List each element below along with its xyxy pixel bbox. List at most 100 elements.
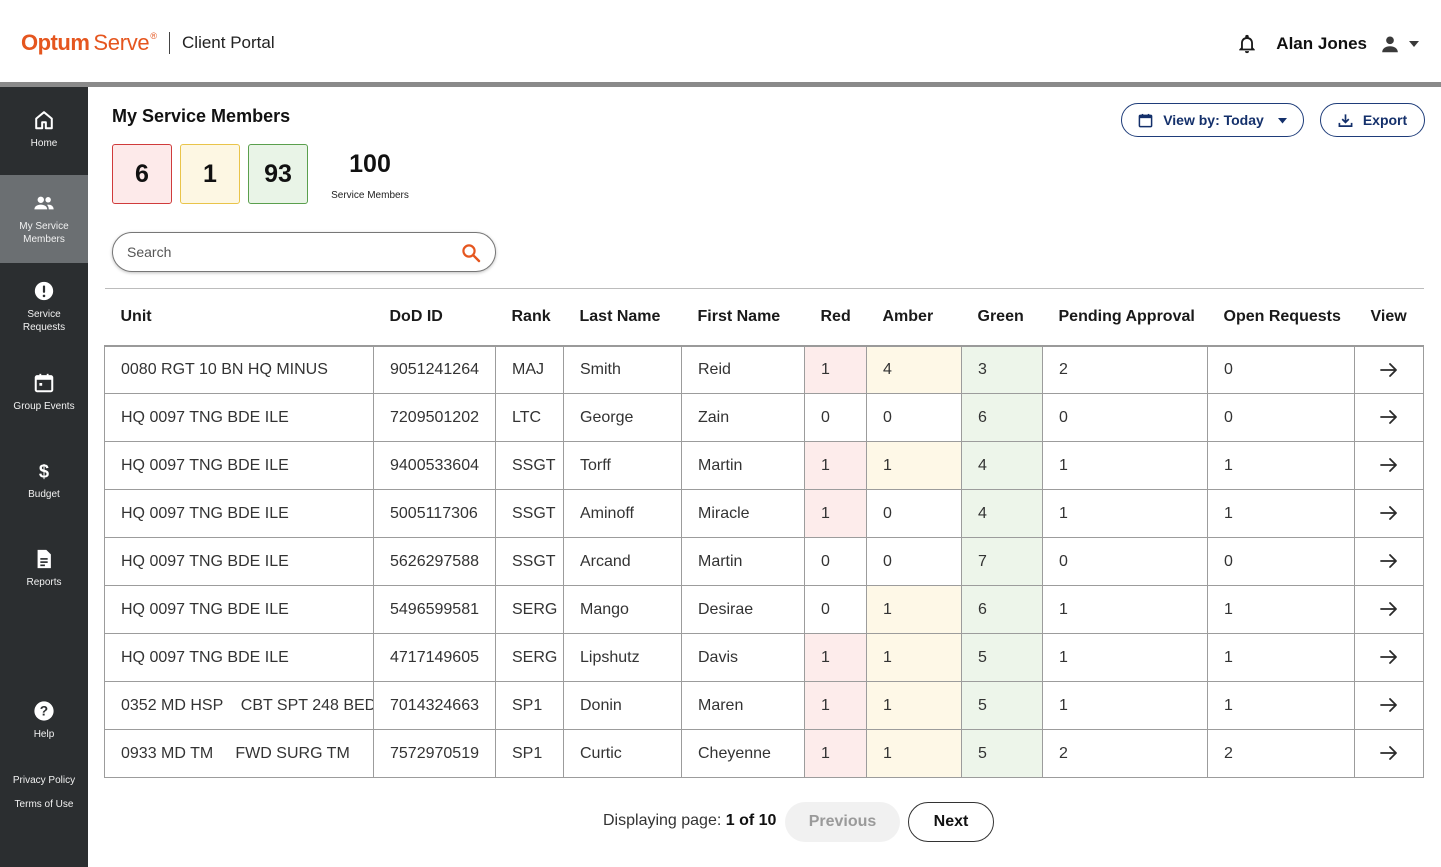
cell-green: 6 bbox=[961, 585, 1043, 634]
arrow-right-icon[interactable] bbox=[1380, 649, 1398, 665]
optum-serve-logo[interactable]: Optum Serve ® Client Portal bbox=[21, 30, 275, 56]
user-name[interactable]: Alan Jones bbox=[1276, 34, 1367, 54]
cell-view bbox=[1354, 681, 1424, 730]
table-row[interactable]: 0080 RGT 10 BN HQ MINUS 9051241264 MAJ Smit… bbox=[104, 345, 1424, 394]
column-header-first-name[interactable]: First Name bbox=[681, 288, 805, 347]
cell-last-name: Arcand bbox=[563, 537, 682, 586]
column-header-green[interactable]: Green bbox=[961, 288, 1043, 347]
cell-open-requests: 1 bbox=[1207, 633, 1355, 682]
table-row[interactable]: HQ 0097 TNG BDE ILE 9400533604 SSGT Torff Ma… bbox=[104, 441, 1424, 490]
pagination-prefix: Displaying page: bbox=[603, 812, 722, 829]
arrow-right-icon[interactable] bbox=[1380, 409, 1398, 425]
sidebar-item-service-requests[interactable]: Service Requests bbox=[0, 280, 88, 334]
calendar-icon bbox=[1138, 113, 1153, 127]
cell-last-name: Mango bbox=[563, 585, 682, 634]
red-count-box: 6 bbox=[112, 144, 172, 204]
column-header-red[interactable]: Red bbox=[804, 288, 867, 347]
sidebar-item-group-events[interactable]: Group Events bbox=[0, 372, 88, 413]
sidebar-item-help[interactable]: ? Help bbox=[0, 700, 88, 741]
cell-rank: SSGT bbox=[495, 441, 564, 490]
calendar-icon bbox=[34, 373, 54, 393]
cell-unit: 0933 MD TM FWD SURG TM bbox=[104, 729, 374, 778]
cell-green: 5 bbox=[961, 681, 1043, 730]
previous-page-button[interactable]: Previous bbox=[785, 802, 900, 842]
table-row[interactable]: HQ 0097 TNG BDE ILE 7209501202 LTC George Za… bbox=[104, 393, 1424, 442]
sidebar-item-label: Service Requests bbox=[22, 309, 66, 333]
dollar-icon: $ bbox=[39, 460, 49, 481]
column-header-dod-id[interactable]: DoD ID bbox=[373, 288, 496, 347]
table-row[interactable]: HQ 0097 TNG BDE ILE 4717149605 SERG Lipshut… bbox=[104, 633, 1424, 682]
column-header-pending-approval[interactable]: Pending Approval bbox=[1042, 288, 1208, 347]
column-header-unit[interactable]: Unit bbox=[104, 288, 374, 347]
sidebar-item-home[interactable]: Home bbox=[0, 109, 88, 150]
cell-red: 1 bbox=[804, 681, 867, 730]
total-members-count: 100 bbox=[349, 150, 391, 178]
svg-text:?: ? bbox=[40, 704, 48, 719]
cell-last-name: George bbox=[563, 393, 682, 442]
cell-view bbox=[1354, 345, 1424, 394]
cell-green: 7 bbox=[961, 537, 1043, 586]
arrow-right-icon[interactable] bbox=[1380, 745, 1398, 761]
table-body: 0080 RGT 10 BN HQ MINUS 9051241264 MAJ Smit… bbox=[104, 345, 1424, 778]
cell-last-name: Smith bbox=[563, 345, 682, 394]
search-icon[interactable] bbox=[461, 243, 481, 263]
cell-red: 1 bbox=[804, 441, 867, 490]
table-row[interactable]: HQ 0097 TNG BDE ILE 5005117306 SSGT Aminoff… bbox=[104, 489, 1424, 538]
cell-first-name: Martin bbox=[681, 537, 805, 586]
cell-first-name: Davis bbox=[681, 633, 805, 682]
table-row[interactable]: HQ 0097 TNG BDE ILE 5496599581 SERG Mango De… bbox=[104, 585, 1424, 634]
sidebar-nav: Home My Service Members Service Requests… bbox=[0, 87, 88, 867]
cell-open-requests: 0 bbox=[1207, 537, 1355, 586]
cell-open-requests: 1 bbox=[1207, 681, 1355, 730]
cell-first-name: Cheyenne bbox=[681, 729, 805, 778]
terms-of-use-link[interactable]: Terms of Use bbox=[0, 799, 88, 810]
sidebar-item-label: Budget bbox=[28, 489, 60, 500]
sidebar-item-label: Help bbox=[33, 729, 55, 740]
arrow-right-icon[interactable] bbox=[1380, 505, 1398, 521]
arrow-right-icon[interactable] bbox=[1380, 601, 1398, 617]
portal-name: Client Portal bbox=[182, 33, 275, 52]
column-header-amber[interactable]: Amber bbox=[866, 288, 962, 347]
cell-dod-id: 7014324663 bbox=[373, 681, 496, 730]
sidebar-item-reports[interactable]: Reports bbox=[0, 548, 88, 589]
cell-open-requests: 1 bbox=[1207, 441, 1355, 490]
view-by-dropdown[interactable]: View by: Today bbox=[1121, 103, 1304, 137]
user-menu-caret-icon[interactable] bbox=[1409, 40, 1419, 48]
arrow-right-icon[interactable] bbox=[1380, 553, 1398, 569]
cell-green: 5 bbox=[961, 729, 1043, 778]
people-icon bbox=[34, 196, 54, 210]
cell-view bbox=[1354, 489, 1424, 538]
cell-first-name: Martin bbox=[681, 441, 805, 490]
sidebar-item-my-service-members[interactable]: My Service Members bbox=[0, 175, 88, 263]
total-members-label: Service Members bbox=[331, 190, 409, 201]
table-row[interactable]: HQ 0097 TNG BDE ILE 5626297588 SSGT Arcand M… bbox=[104, 537, 1424, 586]
next-page-button[interactable]: Next bbox=[908, 802, 994, 842]
arrow-right-icon[interactable] bbox=[1380, 697, 1398, 713]
column-header-last-name[interactable]: Last Name bbox=[563, 288, 682, 347]
cell-pending-approval: 2 bbox=[1042, 729, 1208, 778]
column-header-rank[interactable]: Rank bbox=[495, 288, 564, 347]
page-title: My Service Members bbox=[112, 106, 291, 126]
table-row[interactable]: 0933 MD TM FWD SURG TM 7572970519 SP1 Curti… bbox=[104, 729, 1424, 778]
cell-amber: 1 bbox=[866, 633, 962, 682]
user-area: Alan Jones bbox=[1236, 30, 1419, 58]
search-input[interactable] bbox=[127, 241, 447, 263]
cell-amber: 0 bbox=[866, 489, 962, 538]
export-button[interactable]: Export bbox=[1320, 103, 1425, 137]
cell-rank: SERG bbox=[495, 633, 564, 682]
user-avatar-icon[interactable] bbox=[1379, 33, 1401, 55]
cell-open-requests: 0 bbox=[1207, 393, 1355, 442]
cell-pending-approval: 0 bbox=[1042, 393, 1208, 442]
arrow-right-icon[interactable] bbox=[1380, 457, 1398, 473]
cell-red: 0 bbox=[804, 537, 867, 586]
green-count-box: 93 bbox=[248, 144, 308, 204]
arrow-right-icon[interactable] bbox=[1380, 362, 1398, 378]
sidebar-item-budget[interactable]: $ Budget bbox=[0, 460, 88, 501]
column-header-open-requests[interactable]: Open Requests bbox=[1207, 288, 1355, 347]
privacy-policy-link[interactable]: Privacy Policy bbox=[0, 775, 88, 786]
pagination-current: 1 of 10 bbox=[725, 812, 777, 829]
table-row[interactable]: 0352 MD HSP CBT SPT 248 BED 7014324663 SP1… bbox=[104, 681, 1424, 730]
home-icon bbox=[35, 111, 53, 130]
bell-icon[interactable] bbox=[1236, 32, 1258, 56]
sidebar-item-label: Home bbox=[30, 138, 58, 149]
